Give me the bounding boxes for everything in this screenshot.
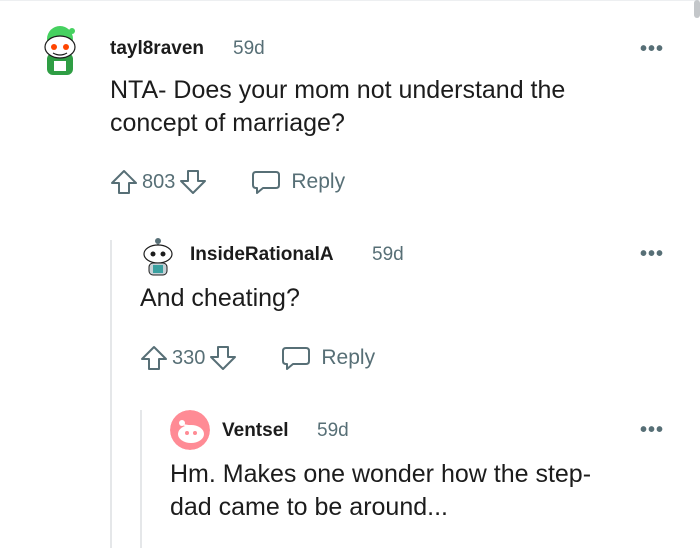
comment-body-line: dad came to be around... — [170, 493, 448, 521]
comment-body: Hm. Makes one wonder how the step- dad c… — [170, 458, 670, 524]
comment: Ventsel 59d ••• Hm. Makes one wonder how… — [0, 0, 700, 548]
comment-body-line: Hm. Makes one wonder how the step- — [170, 460, 592, 488]
comment-timestamp: 59d — [317, 420, 349, 441]
snoo-avatar-icon — [170, 410, 210, 450]
comment-author[interactable]: Ventsel — [222, 420, 289, 442]
user-avatar[interactable] — [170, 410, 210, 450]
more-options-icon[interactable]: ••• — [640, 420, 664, 440]
